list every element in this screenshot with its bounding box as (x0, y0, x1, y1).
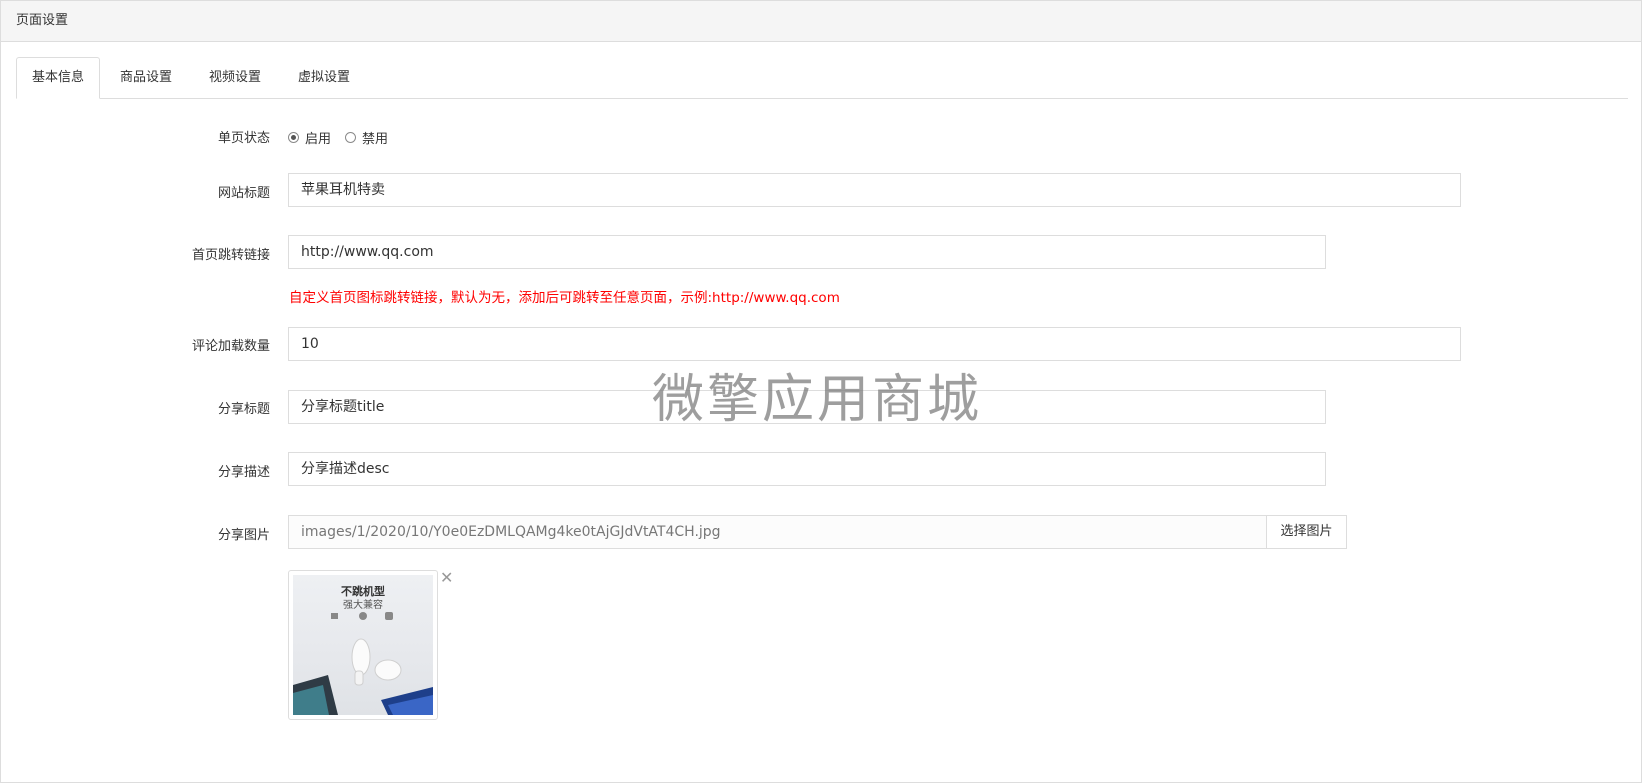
share-desc-label: 分享描述 (217, 465, 270, 480)
tab-goods-settings[interactable]: 商品设置 (105, 57, 187, 98)
site-title-input[interactable]: 苹果耳机特卖 (288, 173, 1461, 207)
status-label: 单页状态 (217, 131, 270, 146)
select-image-button[interactable]: 选择图片 (1267, 515, 1347, 549)
share-image-preview: 不跳机型 强大兼容 (288, 570, 438, 720)
comment-count-input[interactable]: 10 (288, 327, 1461, 361)
earbuds-illustration (293, 612, 433, 715)
status-enable-radio[interactable] (288, 131, 299, 143)
share-image-path-input[interactable]: images/1/2020/10/Y0e0EzDMLQAMg4ke0tAjGJd… (288, 515, 1267, 549)
comment-count-label: 评论加载数量 (191, 339, 270, 354)
home-link-input[interactable]: http://www.qq.com (288, 235, 1326, 269)
home-link-help-text: 自定义首页图标跳转链接，默认为无，添加后可跳转至任意页面，示例:http://w… (289, 290, 840, 306)
remove-image-close-icon[interactable]: ✕ (440, 570, 453, 586)
watermark-text: 微擎应用商城 (652, 370, 983, 430)
site-title-label: 网站标题 (217, 186, 270, 201)
share-desc-input[interactable]: 分享描述desc (288, 452, 1326, 486)
status-enable-label[interactable]: 启用 (305, 128, 331, 147)
tab-bar: 基本信息 商品设置 视频设置 虚拟设置 (16, 57, 1628, 99)
status-disable-radio[interactable] (345, 131, 357, 143)
status-disable-label[interactable]: 禁用 (362, 128, 388, 147)
tab-virtual-settings[interactable]: 虚拟设置 (283, 57, 365, 98)
tab-basic-info[interactable]: 基本信息 (16, 57, 101, 99)
panel-title: 页面设置 (1, 1, 1641, 42)
status-radio-group: 启用 禁用 (288, 127, 402, 147)
home-link-label: 首页跳转链接 (191, 248, 270, 263)
preview-image: 不跳机型 强大兼容 (293, 575, 433, 715)
share-image-label: 分享图片 (217, 528, 270, 543)
tab-video-settings[interactable]: 视频设置 (194, 57, 276, 98)
share-title-label: 分享标题 (217, 402, 270, 417)
